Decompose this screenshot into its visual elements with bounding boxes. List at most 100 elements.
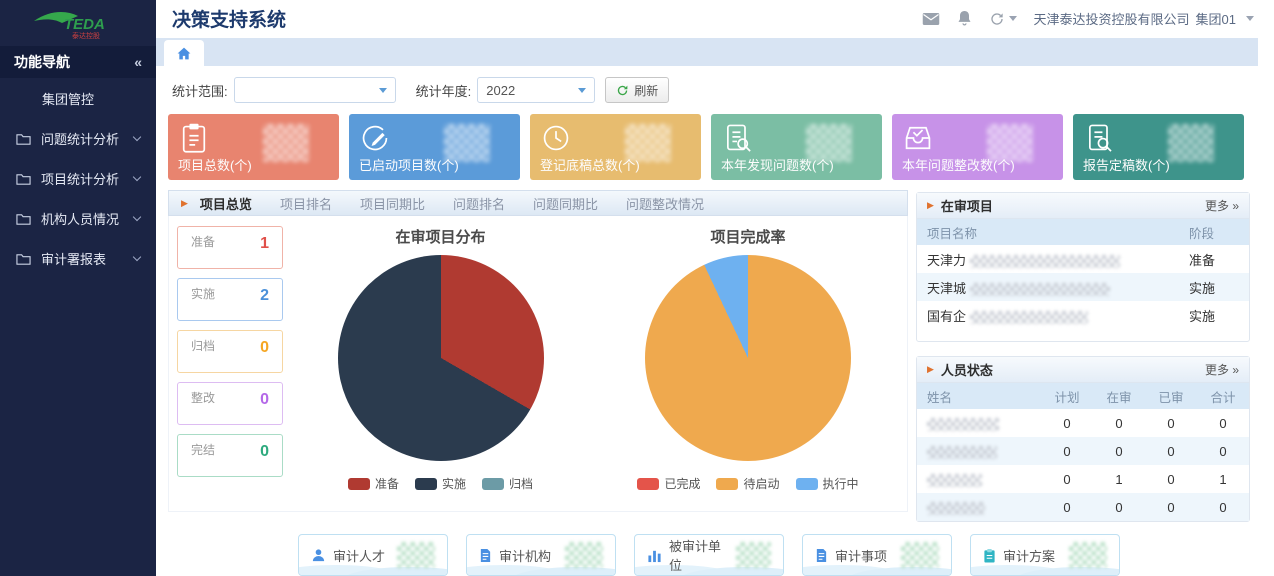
scope-select[interactable] xyxy=(234,77,396,103)
app-window: TEDA 泰达控股 功能导航 « 集团管控 问题统计分析 项目统计分析 xyxy=(0,0,1274,576)
document-icon xyxy=(815,548,828,563)
legend-item: 实施 xyxy=(415,475,466,492)
link-audit-talent[interactable]: 审计人才 xyxy=(298,534,448,576)
section-tabs: ▶ 项目总览 项目排名 项目同期比 问题排名 问题同期比 问题整改情况 xyxy=(168,190,908,216)
project-stage: 实施 xyxy=(1179,301,1249,329)
redacted-text xyxy=(970,255,1120,268)
cell-value: 0 xyxy=(1041,437,1093,465)
cell-value: 0 xyxy=(1145,409,1197,437)
project-stage: 准备 xyxy=(1179,245,1249,273)
legend-item: 待启动 xyxy=(716,475,779,492)
redacted-name xyxy=(927,446,997,459)
refresh-green-icon xyxy=(616,84,629,97)
stat-card-issues-found[interactable]: 本年发现问题数(个) xyxy=(711,114,882,180)
cell-value: 0 xyxy=(1041,465,1093,493)
stat-card-registered-drafts[interactable]: 登记底稿总数(个) xyxy=(530,114,701,180)
nav-header: 功能导航 « xyxy=(0,46,156,78)
table-row[interactable]: 国有企 实施 xyxy=(917,301,1249,329)
account-menu[interactable]: 天津泰达投资控股有限公司 集团01 xyxy=(1034,9,1254,28)
link-audit-institution[interactable]: 审计机构 xyxy=(466,534,616,576)
sidebar-item-audit-reports[interactable]: 审计署报表 xyxy=(0,238,156,278)
cell-value: 1 xyxy=(1197,465,1249,493)
table-row: 0 0 0 0 xyxy=(917,409,1249,437)
stat-card-final-reports[interactable]: 报告定稿数(个) xyxy=(1073,114,1244,180)
stat-card-label: 本年问题整改数(个) xyxy=(902,155,1015,174)
column-header: 姓名 xyxy=(917,383,1041,409)
legend-item: 准备 xyxy=(348,475,399,492)
more-link[interactable]: 更多 » xyxy=(1205,361,1239,378)
legend-label: 执行中 xyxy=(823,475,859,492)
link-audit-matters[interactable]: 审计事项 xyxy=(802,534,952,576)
sidebar-item-org-personnel[interactable]: 机构人员情况 xyxy=(0,198,156,238)
refresh-button[interactable]: 刷新 xyxy=(605,77,669,103)
home-icon xyxy=(177,47,191,60)
bar-chart-icon xyxy=(647,548,662,563)
refresh-label: 刷新 xyxy=(634,82,658,99)
stat-cards-row: 项目总数(个) 已启动项目数(个) xyxy=(168,114,1244,180)
legend-swatch xyxy=(415,478,437,490)
personnel-table: 姓名 计划 在审 已审 合计 0 xyxy=(917,383,1249,521)
year-value: 2022 xyxy=(486,83,515,98)
sidebar-item-project-statistics[interactable]: 项目统计分析 xyxy=(0,158,156,198)
link-label: 审计机构 xyxy=(499,546,551,565)
tab-issue-ranking[interactable]: 问题排名 xyxy=(453,194,505,213)
status-label: 归档 xyxy=(191,337,215,354)
page-title: 决策支持系统 xyxy=(172,5,286,32)
status-label: 完结 xyxy=(191,441,215,458)
filter-bar: 统计范围: 统计年度: 2022 刷新 xyxy=(172,76,1250,104)
link-audit-plans[interactable]: 审计方案 xyxy=(970,534,1120,576)
panel-header: ▶ 人员状态 更多 » xyxy=(917,357,1249,383)
status-value: 1 xyxy=(260,233,269,255)
pie-project-distribution-block: 在审项目分布 准备 实施 xyxy=(283,224,598,505)
legend-label: 准备 xyxy=(375,475,399,492)
cell-value: 0 xyxy=(1093,437,1145,465)
year-select[interactable]: 2022 xyxy=(477,77,595,103)
more-link[interactable]: 更多 » xyxy=(1205,197,1239,214)
tab-issue-yoy[interactable]: 问题同期比 xyxy=(533,194,598,213)
stat-card-issues-rectified[interactable]: 本年问题整改数(个) xyxy=(892,114,1063,180)
pie-completion-rate-block: 项目完成率 已完成 待启动 xyxy=(598,224,898,505)
status-label: 准备 xyxy=(191,233,215,250)
sidebar-collapse-icon[interactable]: « xyxy=(134,54,142,70)
cell-value: 0 xyxy=(1041,409,1093,437)
refresh-icon xyxy=(989,11,1005,27)
table-row[interactable]: 天津城 实施 xyxy=(917,273,1249,301)
legend-swatch xyxy=(716,478,738,490)
stat-card-started-projects[interactable]: 已启动项目数(个) xyxy=(349,114,520,180)
column-header: 阶段 xyxy=(1179,219,1249,245)
legend-label: 已完成 xyxy=(664,475,700,492)
pie-project-distribution xyxy=(338,255,544,461)
person-icon xyxy=(311,548,326,563)
tab-project-yoy[interactable]: 项目同期比 xyxy=(360,194,425,213)
sidebar-item-label: 项目统计分析 xyxy=(41,169,119,188)
company-name: 天津泰达投资控股有限公司 xyxy=(1034,9,1190,28)
mail-icon[interactable] xyxy=(922,12,940,26)
panel-header: ▶ 在审项目 更多 » xyxy=(917,193,1249,219)
column-header: 计划 xyxy=(1041,383,1093,409)
legend-label: 归档 xyxy=(509,475,533,492)
legend-swatch xyxy=(348,478,370,490)
bell-icon[interactable] xyxy=(957,10,972,27)
tab-project-overview[interactable]: 项目总览 xyxy=(200,194,252,213)
sidebar-item-group-control[interactable]: 集团管控 xyxy=(0,78,156,118)
redacted-count xyxy=(397,542,435,568)
legend-item: 归档 xyxy=(482,475,533,492)
cell-value: 0 xyxy=(1093,493,1145,521)
stat-card-label: 本年发现问题数(个) xyxy=(721,155,834,174)
stat-card-label: 报告定稿数(个) xyxy=(1083,155,1170,174)
stat-card-label: 项目总数(个) xyxy=(178,155,252,174)
link-label: 审计事项 xyxy=(835,546,887,565)
tab-project-ranking[interactable]: 项目排名 xyxy=(280,194,332,213)
tab-home[interactable] xyxy=(164,40,204,66)
tab-issue-rectification[interactable]: 问题整改情况 xyxy=(626,194,704,213)
table-row[interactable]: 天津力 准备 xyxy=(917,245,1249,273)
topbar-actions: 天津泰达投资控股有限公司 集团01 xyxy=(922,9,1254,28)
refresh-dropdown[interactable] xyxy=(989,11,1017,27)
link-audited-units[interactable]: 被审计单位 xyxy=(634,534,784,576)
chevron-down-icon xyxy=(133,132,141,140)
project-overview-panel: ▶ 项目总览 项目排名 项目同期比 问题排名 问题同期比 问题整改情况 准备 1 xyxy=(168,190,908,522)
sidebar-item-label: 问题统计分析 xyxy=(41,129,119,148)
stat-card-total-projects[interactable]: 项目总数(个) xyxy=(168,114,339,180)
status-label: 整改 xyxy=(191,389,215,406)
sidebar-item-issue-statistics[interactable]: 问题统计分析 xyxy=(0,118,156,158)
